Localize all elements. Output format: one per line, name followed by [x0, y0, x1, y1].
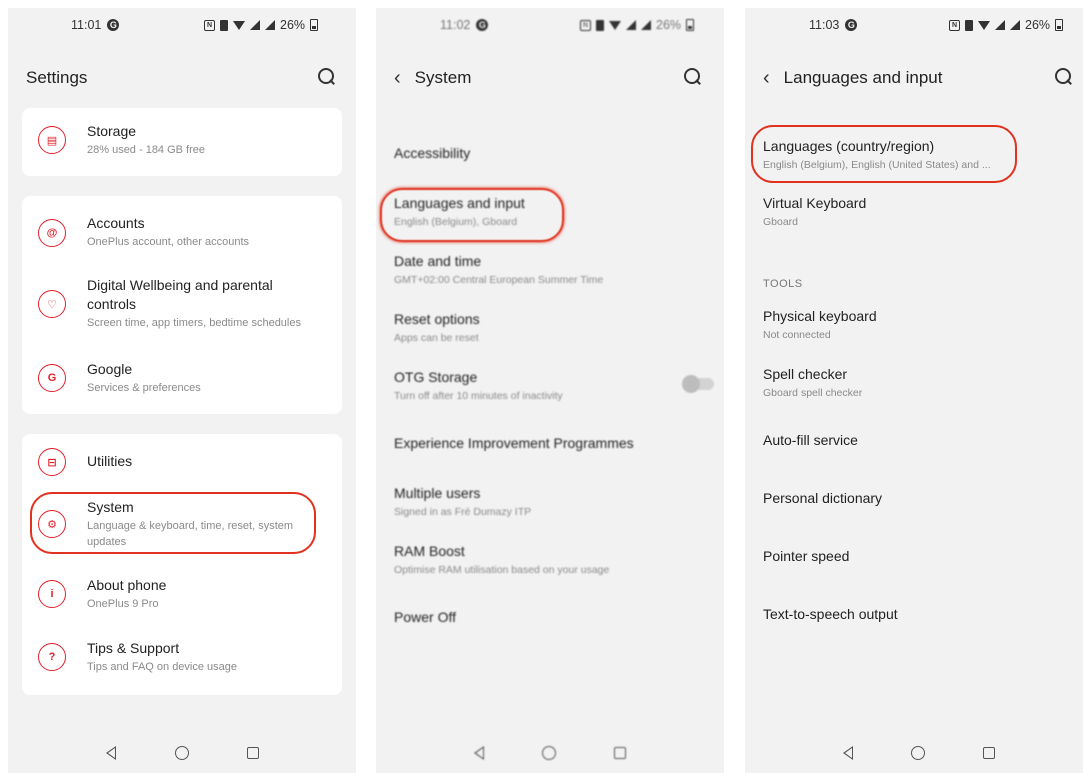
- info-icon: i: [38, 580, 66, 608]
- storage-card: ▤ Storage 28% used - 184 GB free: [22, 108, 342, 176]
- battery-percent: 26%: [280, 18, 306, 32]
- app-bar: ‹ Languages and input: [745, 60, 1083, 96]
- navigation-bar: [376, 741, 724, 765]
- battery-percent: 26%: [1025, 18, 1051, 32]
- nfc-icon: N: [580, 19, 591, 31]
- search-icon[interactable]: [318, 68, 336, 86]
- nav-recents-icon[interactable]: [247, 747, 259, 759]
- wifi-icon: [609, 20, 621, 30]
- signal-icon: [1010, 20, 1020, 30]
- google-icon: G: [38, 364, 66, 392]
- back-arrow-icon[interactable]: ‹: [763, 68, 770, 88]
- google-status-icon: G: [107, 19, 120, 31]
- page-title: Languages and input: [783, 68, 943, 87]
- nav-back-icon[interactable]: [474, 746, 484, 760]
- accounts-card: @ Accounts OnePlus account, other accoun…: [22, 196, 342, 414]
- otg-storage-toggle[interactable]: [682, 375, 714, 393]
- toolbox-icon: ⊟: [38, 448, 66, 476]
- status-bar: 11:01 G N 26%: [8, 8, 356, 48]
- battery-icon: [1055, 19, 1064, 31]
- text-to-speech-item[interactable]: Text-to-speech output: [763, 605, 1065, 624]
- system-item-date-time[interactable]: Date and time GMT+02:00 Central European…: [394, 252, 706, 288]
- app-bar: Settings: [8, 60, 356, 96]
- page-title: Settings: [26, 68, 88, 87]
- google-status-icon: G: [845, 19, 858, 31]
- status-bar: 11:03 G N 26%: [745, 8, 1083, 48]
- system-item-multiple-users[interactable]: Multiple users Signed in as Fré Dumazy I…: [394, 484, 706, 520]
- signal-icon: [250, 20, 260, 30]
- help-icon: ?: [38, 643, 66, 671]
- languages-input-screen: 11:03 G N 26% ‹ Languages and input Lang…: [745, 8, 1083, 773]
- wifi-icon: [233, 20, 245, 30]
- system-screen: 11:02 G N 26% ‹ System Accessibility Lan…: [376, 8, 724, 773]
- nav-home-icon[interactable]: [911, 746, 925, 760]
- signal-icon: [265, 20, 275, 30]
- battery-percent: 26%: [656, 18, 682, 32]
- battery-icon: [686, 19, 695, 31]
- settings-item-about-phone[interactable]: i About phone OnePlus 9 Pro: [22, 576, 342, 616]
- google-status-icon: G: [476, 19, 489, 31]
- nav-home-icon[interactable]: [542, 746, 556, 760]
- signal-icon: [641, 20, 651, 30]
- status-time: 11:02: [440, 18, 471, 32]
- physical-keyboard-item[interactable]: Physical keyboard Not connected: [763, 307, 1065, 343]
- personal-dictionary-item[interactable]: Personal dictionary: [763, 489, 1065, 508]
- settings-item-tips-support[interactable]: ? Tips & Support Tips and FAQ on device …: [22, 639, 342, 679]
- virtual-keyboard-item[interactable]: Virtual Keyboard Gboard: [763, 194, 1065, 230]
- status-time: 11:01: [71, 18, 102, 32]
- settings-item-accounts[interactable]: @ Accounts OnePlus account, other accoun…: [22, 214, 342, 254]
- wifi-icon: [978, 20, 990, 30]
- nav-home-icon[interactable]: [175, 746, 189, 760]
- status-bar: 11:02 G N 26%: [376, 8, 724, 48]
- pointer-speed-item[interactable]: Pointer speed: [763, 547, 1065, 566]
- navigation-bar: [745, 741, 1083, 765]
- system-item-power-off[interactable]: Power Off: [394, 608, 706, 627]
- vibrate-icon: [220, 19, 228, 31]
- vibrate-icon: [965, 19, 973, 31]
- settings-item-google[interactable]: G Google Services & preferences: [22, 360, 342, 400]
- settings-item-system[interactable]: ⚙ System Language & keyboard, time, rese…: [22, 498, 342, 554]
- nav-back-icon[interactable]: [843, 746, 853, 760]
- storage-icon: ▤: [38, 126, 66, 154]
- back-arrow-icon[interactable]: ‹: [394, 68, 401, 88]
- autofill-service-item[interactable]: Auto-fill service: [763, 431, 1065, 450]
- system-item-experience-improvement[interactable]: Experience Improvement Programmes: [394, 434, 706, 453]
- settings-item-utilities[interactable]: ⊟ Utilities: [22, 446, 342, 476]
- nav-recents-icon[interactable]: [983, 747, 995, 759]
- app-bar: ‹ System: [376, 60, 724, 96]
- nav-recents-icon[interactable]: [614, 747, 626, 759]
- system-item-reset-options[interactable]: Reset options Apps can be reset: [394, 310, 706, 346]
- settings-item-digital-wellbeing[interactable]: ♡ Digital Wellbeing and parental control…: [22, 276, 342, 336]
- nav-back-icon[interactable]: [106, 746, 116, 760]
- tools-section-header: TOOLS: [763, 278, 803, 290]
- navigation-bar: [8, 741, 356, 765]
- languages-item[interactable]: Languages (country/region) English (Belg…: [763, 137, 1065, 173]
- heart-icon: ♡: [38, 290, 66, 318]
- signal-icon: [626, 20, 636, 30]
- system-item-ram-boost[interactable]: RAM Boost Optimise RAM utilisation based…: [394, 542, 706, 578]
- search-icon[interactable]: [684, 68, 702, 86]
- system-card: ⊟ Utilities ⚙ System Language & keyboard…: [22, 434, 342, 695]
- status-time: 11:03: [809, 18, 840, 32]
- system-item-otg-storage[interactable]: OTG Storage Turn off after 10 minutes of…: [394, 368, 706, 404]
- system-item-languages-input[interactable]: Languages and input English (Belgium), G…: [394, 194, 706, 230]
- system-item-accessibility[interactable]: Accessibility: [394, 144, 706, 163]
- account-icon: @: [38, 219, 66, 247]
- vibrate-icon: [596, 19, 604, 31]
- page-title: System: [414, 68, 472, 87]
- gear-icon: ⚙: [38, 510, 66, 538]
- signal-icon: [995, 20, 1005, 30]
- search-icon[interactable]: [1055, 68, 1073, 86]
- nfc-icon: N: [204, 19, 215, 31]
- settings-item-storage[interactable]: ▤ Storage 28% used - 184 GB free: [22, 122, 342, 162]
- nfc-icon: N: [949, 19, 960, 31]
- battery-icon: [310, 19, 319, 31]
- spell-checker-item[interactable]: Spell checker Gboard spell checker: [763, 365, 1065, 401]
- settings-screen: 11:01 G N 26% Settings ▤ Storage 28% use…: [8, 8, 356, 773]
